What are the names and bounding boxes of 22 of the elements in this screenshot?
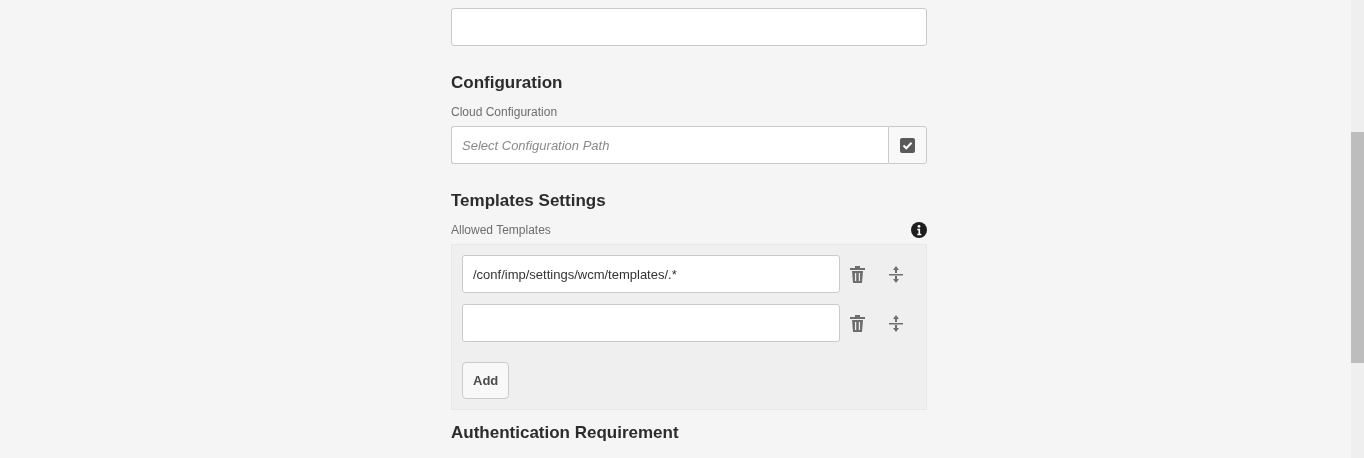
info-icon[interactable] (911, 222, 927, 238)
configuration-path-field[interactable]: Select Configuration Path (451, 126, 888, 164)
reorder-icon (889, 265, 903, 283)
section-heading: Configuration (451, 72, 564, 94)
template-path-field[interactable] (462, 304, 840, 342)
add-button[interactable]: Add (462, 362, 510, 399)
field-label: Cloud Configuration (451, 104, 558, 120)
trash-icon (850, 265, 865, 283)
select-path-button[interactable] (888, 126, 927, 164)
reorder-handle[interactable] (889, 314, 903, 332)
reorder-handle[interactable] (889, 265, 903, 283)
alias-field[interactable] (451, 8, 927, 46)
reorder-icon (889, 314, 903, 332)
section-heading: Templates Settings (451, 190, 607, 212)
checkbox-icon (900, 137, 915, 153)
trash-icon (850, 314, 865, 332)
delete-button[interactable] (850, 265, 865, 283)
field-label: Allowed Templates (451, 222, 551, 238)
section-heading: Authentication Requirement (451, 422, 680, 444)
delete-button[interactable] (850, 314, 865, 332)
scrollbar[interactable] (1351, 0, 1364, 458)
template-path-field[interactable]: /conf/imp/settings/wcm/templates/.* (462, 255, 840, 293)
